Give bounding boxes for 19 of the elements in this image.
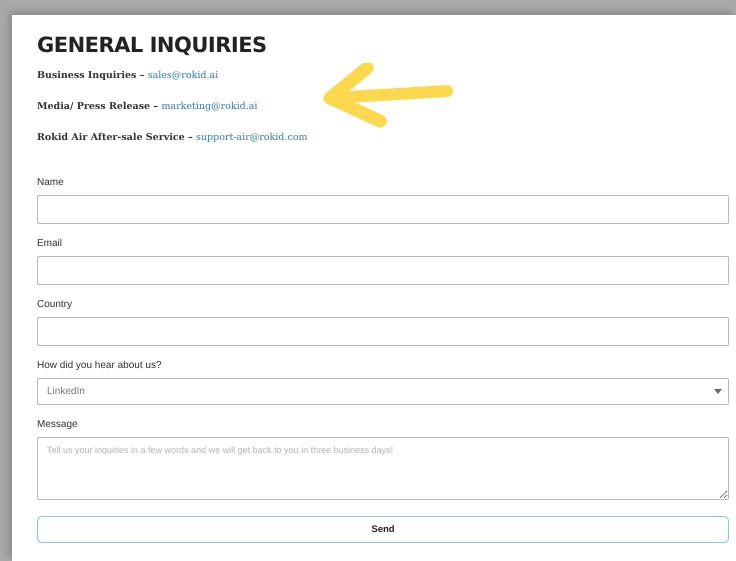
page-title: GENERAL INQUIRIES — [37, 33, 268, 57]
message-field[interactable]: Tell us your inquiries in a few words and we will get back to you in three business days! — [37, 437, 729, 500]
contact-line: Business Inquiries – sales@rokid.ai — [37, 69, 220, 83]
input-field[interactable] — [37, 256, 729, 285]
contact-line: Rokid Air After-sale Service – support-air@rokid.com — [37, 131, 308, 145]
email-link[interactable]: support-air@rokid.com — [196, 132, 308, 143]
caret-icon — [714, 389, 722, 394]
field-label: Email — [37, 237, 64, 250]
field-label: Name — [37, 176, 65, 189]
email-link[interactable]: sales@rokid.ai — [148, 70, 218, 81]
input-field[interactable] — [37, 195, 729, 224]
send-button[interactable]: Send — [37, 516, 729, 543]
field-label: How did you hear about us? — [37, 359, 163, 372]
contact-line: Media/ Press Release – marketing@rokid.ai — [37, 100, 258, 114]
dropdown-field[interactable]: LinkedIn — [37, 378, 729, 405]
field-label: Message — [37, 418, 79, 431]
email-link[interactable]: marketing@rokid.ai — [161, 101, 258, 112]
input-field[interactable] — [37, 317, 729, 346]
field-label: Country — [37, 298, 74, 311]
